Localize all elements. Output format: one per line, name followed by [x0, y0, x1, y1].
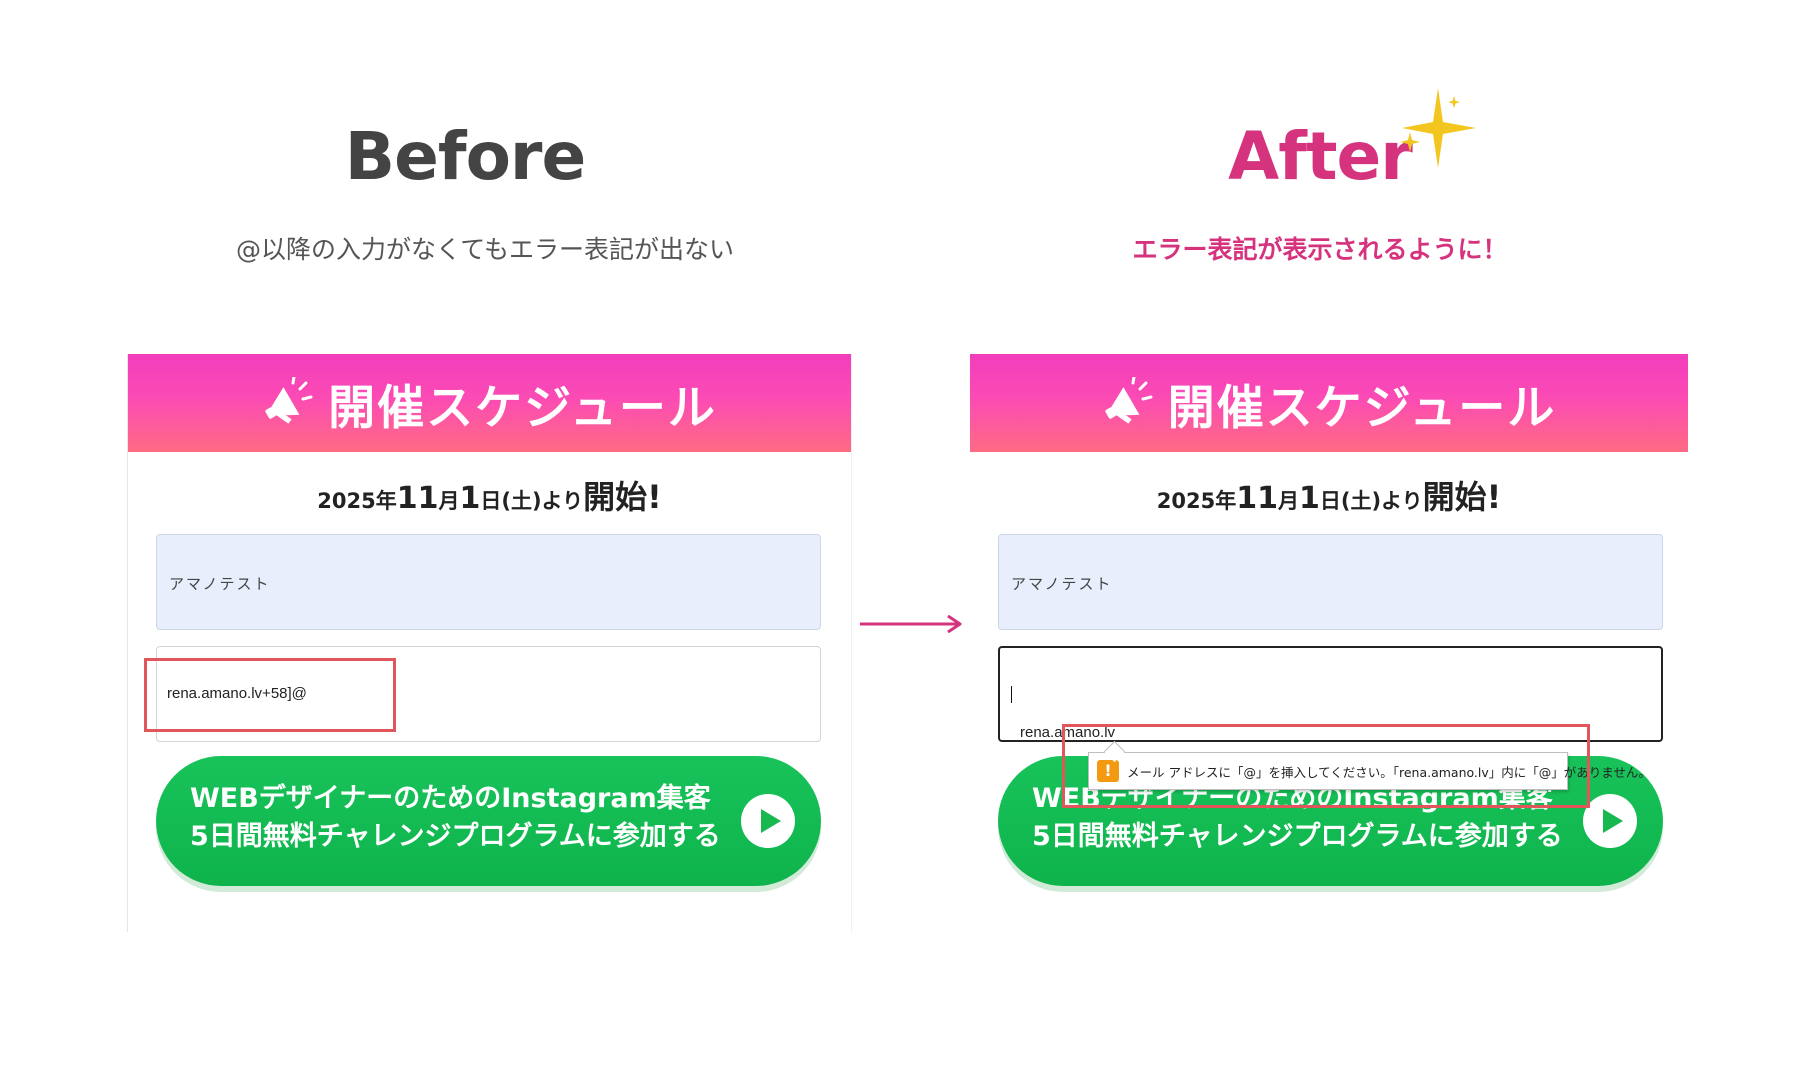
- before-caption: @以降の入力がなくてもエラー表記が出ない: [235, 235, 734, 264]
- megaphone-icon: [265, 377, 313, 424]
- cta-line-2: 5日間無料チャレンジプログラムに参加する: [190, 821, 721, 852]
- before-title: Before: [344, 118, 586, 195]
- cta-line-1: WEBデザイナーのためのInstagram集客: [190, 783, 711, 814]
- date-day-suffix: 日(土)より: [480, 489, 584, 513]
- banner-title: 開催スケジュール: [1167, 380, 1557, 436]
- date-day: 1: [1298, 481, 1320, 516]
- play-icon: [741, 794, 795, 848]
- join-program-button[interactable]: WEBデザイナーのためのInstagram集客 5日間無料チャレンジプログラムに…: [156, 756, 821, 886]
- schedule-banner: 開催スケジュール: [128, 354, 851, 452]
- date-year: 2025年: [317, 489, 397, 513]
- date-month-unit: 月: [438, 489, 460, 513]
- after-error-highlight: [1062, 724, 1590, 808]
- date-month-unit: 月: [1277, 489, 1299, 513]
- cta-line-2: 5日間無料チャレンジプログラムに参加する: [1032, 821, 1563, 852]
- date-start: 開始!: [1422, 478, 1502, 516]
- date-month: 11: [396, 481, 439, 516]
- date-day: 1: [459, 481, 481, 516]
- start-date: 2025年11月1日(土)より開始!: [128, 472, 851, 518]
- schedule-banner: 開催スケジュール: [970, 354, 1688, 452]
- date-year: 2025年: [1156, 489, 1237, 513]
- before-email-highlight: [144, 658, 396, 732]
- banner-title: 開催スケジュール: [328, 380, 717, 436]
- name-field[interactable]: アマノテスト: [998, 534, 1663, 630]
- name-field-value: アマノテスト: [1011, 576, 1113, 593]
- sparkle-icon: [1400, 88, 1476, 168]
- before-form-screenshot: 開催スケジュール 2025年11月1日(土)より開始! アマノテスト rena.…: [127, 354, 852, 932]
- arrow-right-icon: [860, 614, 962, 634]
- join-program-label: WEBデザイナーのためのInstagram集客 5日間無料チャレンジプログラムに…: [190, 780, 721, 856]
- date-day-suffix: 日(土)より: [1319, 489, 1423, 513]
- date-month: 11: [1236, 481, 1278, 516]
- after-caption: エラー表記が表示されるように！: [1132, 235, 1508, 264]
- email-field-content: rena.amano.lv: [1010, 686, 1115, 741]
- name-field-value: アマノテスト: [169, 576, 271, 593]
- play-icon: [1583, 794, 1637, 848]
- text-caret: [1011, 686, 1012, 703]
- name-field[interactable]: アマノテスト: [156, 534, 821, 630]
- megaphone-icon: [1105, 377, 1153, 424]
- date-start: 開始!: [583, 478, 662, 516]
- after-form-screenshot: 開催スケジュール 2025年11月1日(土)より開始! アマノテスト rena.…: [970, 354, 1688, 894]
- start-date: 2025年11月1日(土)より開始!: [970, 472, 1688, 518]
